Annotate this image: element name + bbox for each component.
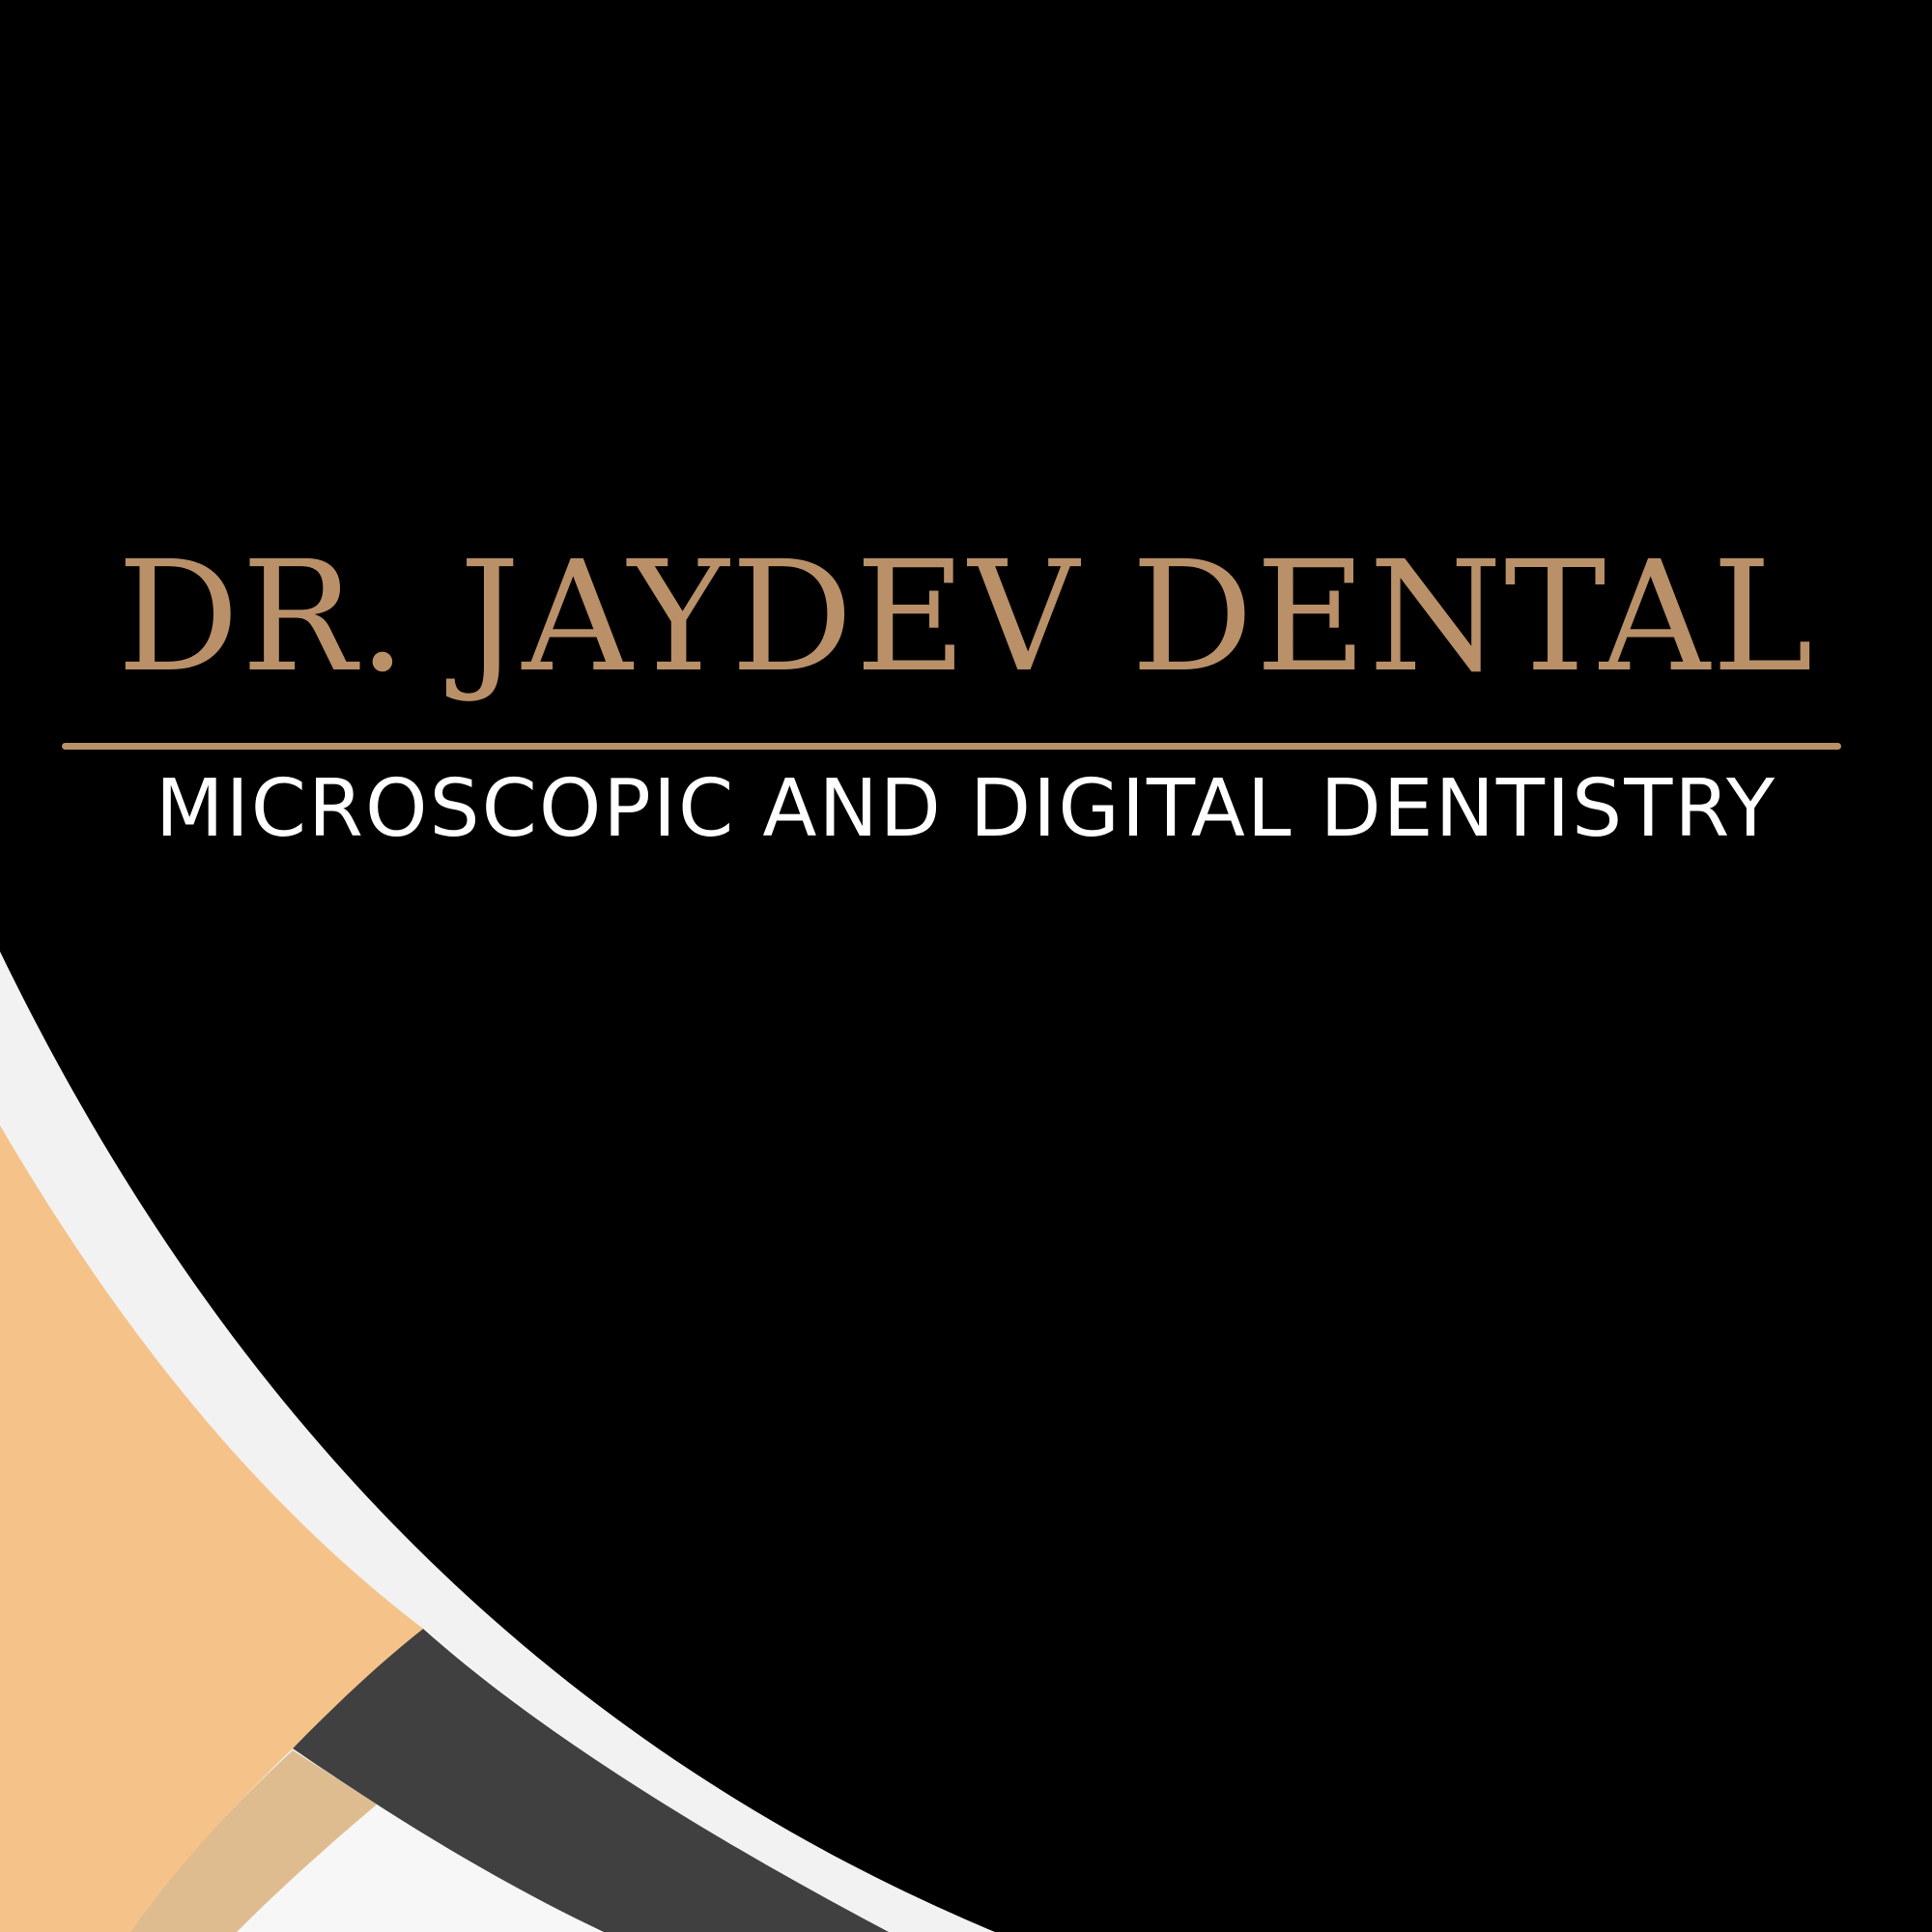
decorative-swoosh-background xyxy=(0,952,995,1932)
clinic-tagline: MICROSCOPIC AND DIGITAL DENTISTRY xyxy=(155,763,1777,855)
clinic-name-title: DR. JAYDEV DENTAL xyxy=(117,528,1815,706)
gold-divider-line xyxy=(62,743,1841,750)
page-canvas: DR. JAYDEV DENTAL MICROSCOPIC AND DIGITA… xyxy=(0,0,1932,1932)
